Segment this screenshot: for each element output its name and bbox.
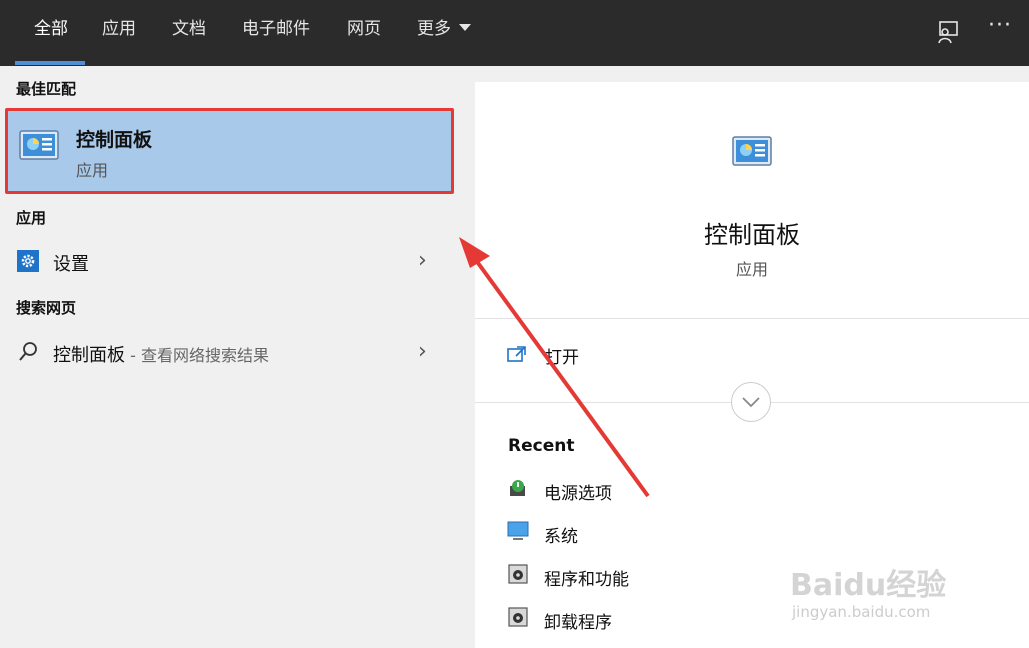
web-result-query: 控制面板 [53, 345, 125, 366]
app-result-label: 设置 [53, 254, 89, 275]
web-search-heading: 搜索网页 [16, 299, 77, 317]
recent-heading: Recent [508, 436, 575, 456]
tab-more-label: 更多 [417, 19, 451, 39]
watermark-url: jingyan.baidu.com [792, 603, 931, 621]
control-panel-icon [19, 130, 59, 160]
tab-documents[interactable]: 文档 [172, 0, 206, 66]
web-result-control-panel[interactable]: 控制面板 - 查看网络搜索结果 › [0, 331, 460, 373]
results-panel: 最佳匹配 控制面板 应用 应用 设置 › 搜索网页 控制面板 - 查看网络搜索结… [0, 66, 465, 648]
power-options-icon [510, 480, 525, 496]
feedback-icon[interactable] [934, 18, 962, 46]
web-result-suffix: - 查看网络搜索结果 [125, 346, 269, 365]
recent-item-label: 系统 [544, 527, 578, 547]
best-match-name: 控制面板 [76, 129, 153, 151]
divider [475, 318, 1029, 319]
control-panel-icon [732, 136, 772, 166]
recent-item-label: 电源选项 [544, 484, 612, 504]
tab-more[interactable]: 更多 [417, 0, 471, 66]
recent-item-label: 卸载程序 [544, 613, 612, 633]
search-filter-bar: 全部 应用 文档 电子邮件 网页 更多 ··· [0, 0, 1029, 66]
tab-web[interactable]: 网页 [347, 0, 381, 66]
preview-subtitle: 应用 [735, 260, 768, 279]
chevron-down-icon [459, 23, 471, 31]
uninstall-icon [508, 607, 528, 627]
open-action-label: 打开 [545, 348, 579, 368]
web-result-label: 控制面板 - 查看网络搜索结果 [53, 341, 269, 367]
active-tab-indicator [15, 61, 85, 65]
expand-button[interactable] [731, 382, 771, 422]
app-result-settings[interactable]: 设置 › [0, 240, 460, 282]
best-match-type: 应用 [76, 161, 109, 180]
apps-heading: 应用 [16, 209, 47, 227]
programs-icon [508, 564, 528, 584]
tab-all[interactable]: 全部 [34, 0, 68, 66]
best-match-item[interactable]: 控制面板 应用 [5, 108, 454, 194]
more-options-icon[interactable]: ··· [988, 13, 1012, 38]
gear-icon [17, 250, 39, 272]
open-icon [507, 346, 526, 362]
recent-item-label: 程序和功能 [544, 570, 629, 590]
tab-apps[interactable]: 应用 [102, 0, 136, 66]
chevron-right-icon[interactable]: › [418, 248, 427, 273]
tab-email[interactable]: 电子邮件 [242, 0, 310, 66]
system-monitor-icon [507, 521, 529, 540]
chevron-down-icon [742, 397, 760, 408]
best-match-heading: 最佳匹配 [16, 80, 77, 98]
chevron-right-icon[interactable]: › [418, 339, 427, 364]
search-icon [19, 342, 37, 361]
preview-title: 控制面板 [704, 221, 800, 249]
watermark-logo: Baidu经验 [790, 568, 947, 603]
